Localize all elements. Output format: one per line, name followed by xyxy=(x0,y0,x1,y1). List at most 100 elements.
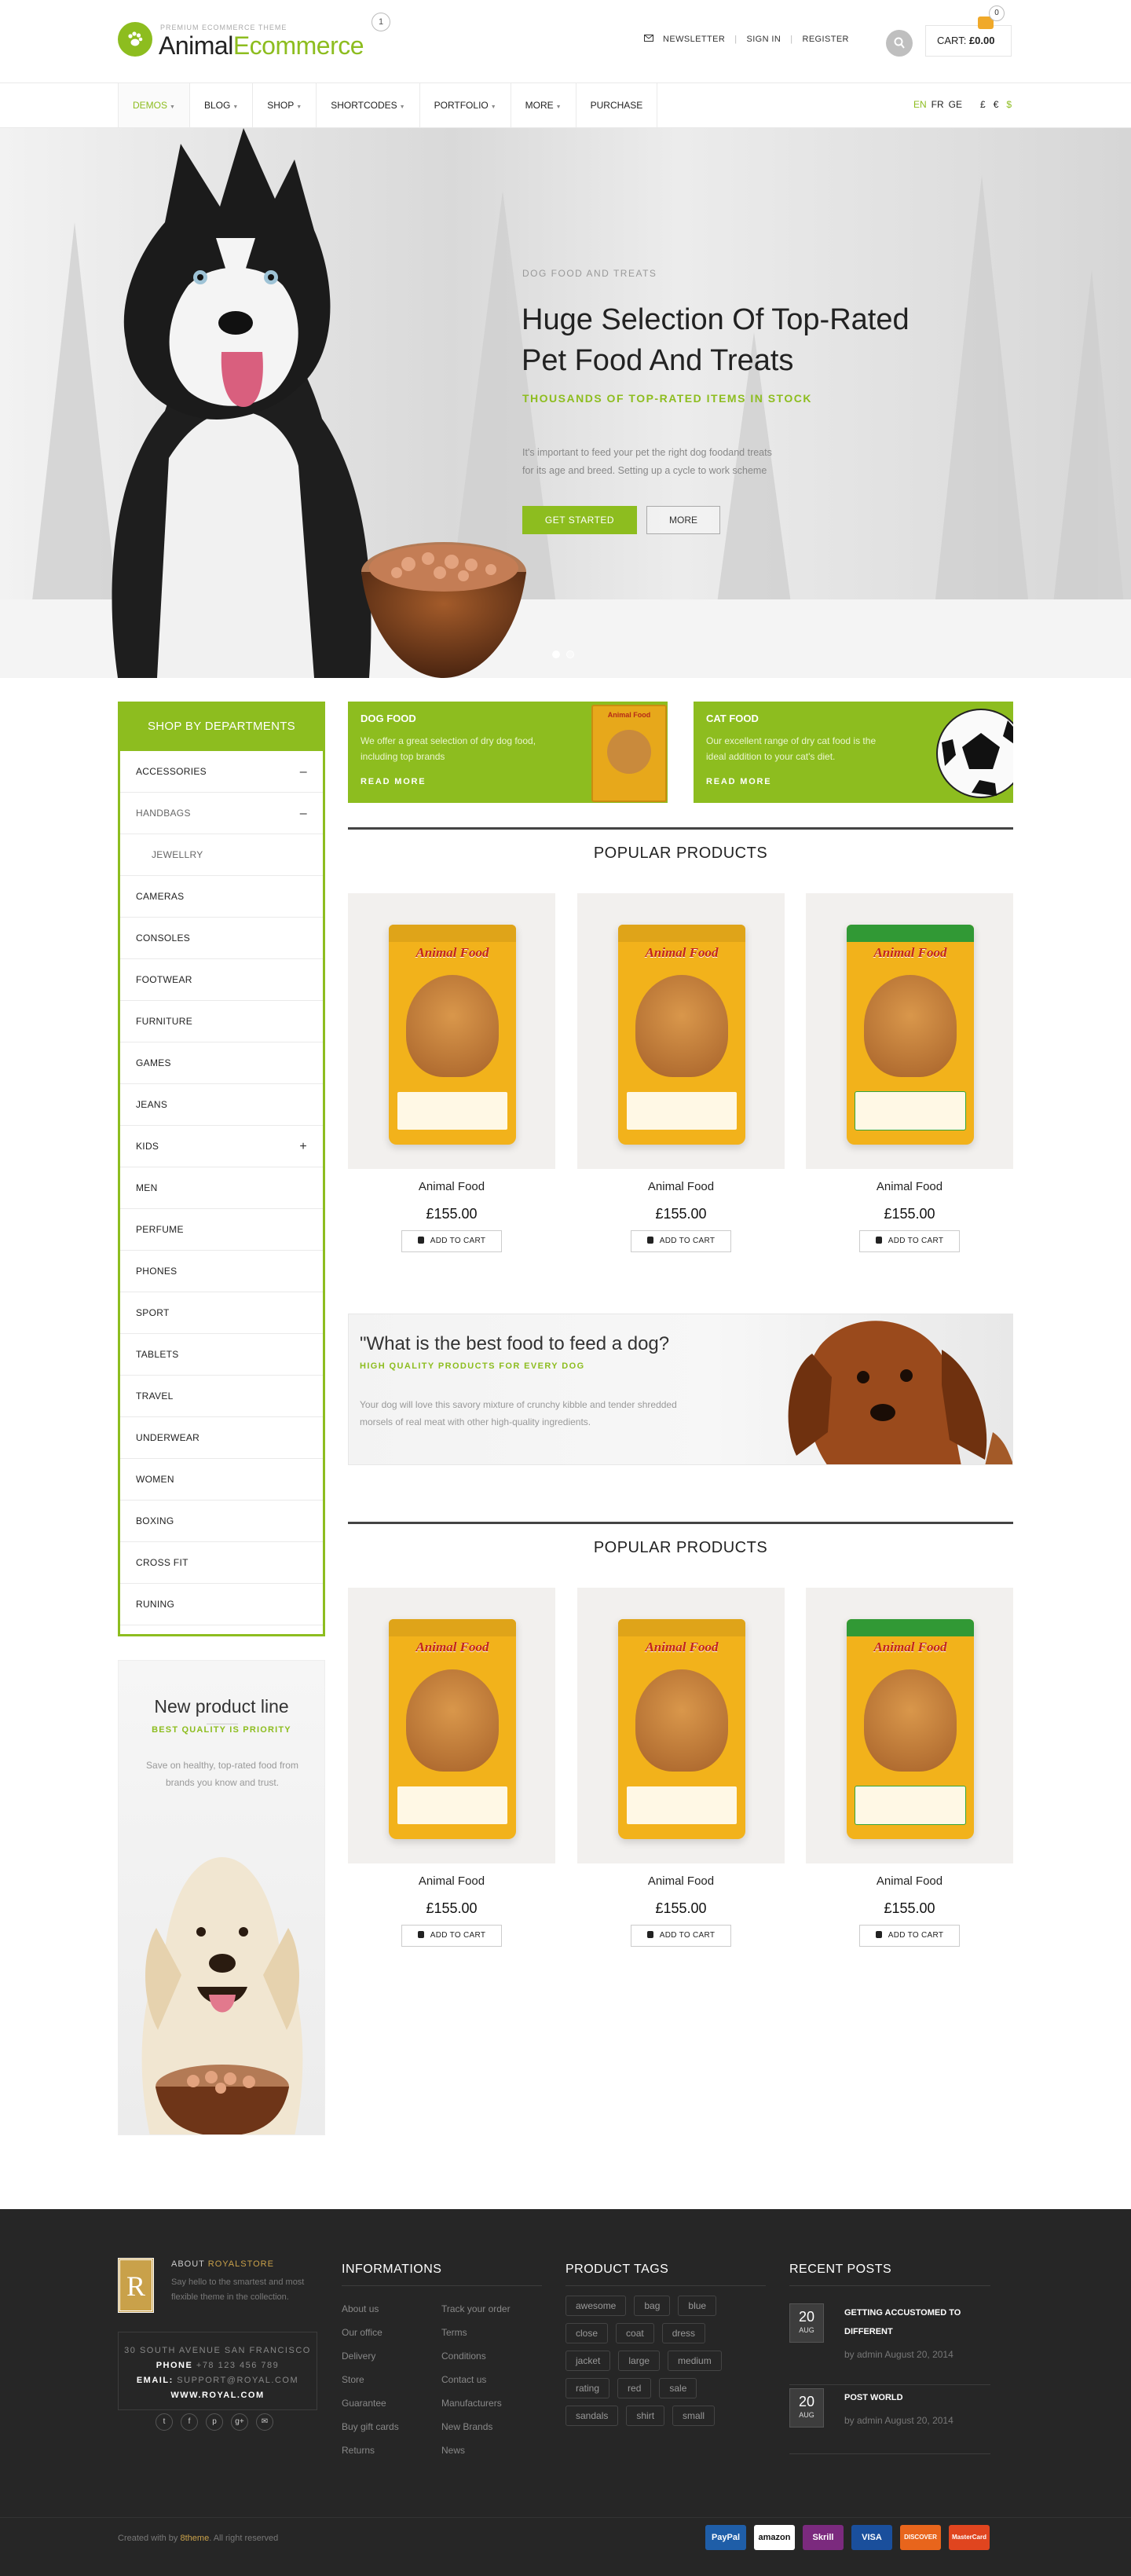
tag-link[interactable]: red xyxy=(617,2378,652,2398)
add-to-cart-button[interactable]: ADD TO CART xyxy=(401,1230,502,1252)
footer-link[interactable]: New Brands xyxy=(441,2415,511,2439)
tag-link[interactable]: medium xyxy=(668,2351,722,2371)
department-item[interactable]: JEANS xyxy=(120,1084,323,1126)
expand-icon[interactable]: + xyxy=(299,1126,307,1167)
product-name[interactable]: Animal Food xyxy=(348,1874,555,1888)
sign-in-link[interactable]: SIGN IN xyxy=(746,35,781,44)
department-item[interactable]: PHONES xyxy=(120,1251,323,1292)
add-to-cart-button[interactable]: ADD TO CART xyxy=(631,1925,731,1947)
department-item[interactable]: TRAVEL xyxy=(120,1376,323,1417)
footer-link[interactable]: Track your order xyxy=(441,2297,511,2321)
product-image[interactable]: Animal Food xyxy=(348,893,555,1169)
department-item[interactable]: ACCESSORIES – xyxy=(120,751,323,793)
add-to-cart-button[interactable]: ADD TO CART xyxy=(859,1230,960,1252)
product-card[interactable]: Animal Food Animal Food £155.00 ADD TO CART xyxy=(577,1588,785,1947)
department-item[interactable]: FOOTWEAR xyxy=(120,959,323,1001)
tag-link[interactable]: small xyxy=(672,2406,716,2426)
product-name[interactable]: Animal Food xyxy=(577,1180,785,1193)
site-logo[interactable]: PREMIUM ECOMMERCE THEME AnimalEcommerce … xyxy=(118,13,390,60)
department-item[interactable]: CONSOLES xyxy=(120,918,323,959)
footer-link[interactable]: Store xyxy=(342,2368,399,2391)
nav-item-portfolio[interactable]: PORTFOLIO ▼ xyxy=(420,83,511,127)
footer-link[interactable]: Returns xyxy=(342,2439,399,2462)
product-name[interactable]: Animal Food xyxy=(806,1180,1013,1193)
tag-link[interactable]: dress xyxy=(661,2323,706,2343)
lang-en[interactable]: EN xyxy=(913,99,927,110)
search-button[interactable] xyxy=(886,30,913,57)
google-plus-icon[interactable]: g+ xyxy=(231,2413,248,2431)
lang-ge[interactable]: GE xyxy=(949,99,962,110)
best-food-banner[interactable]: "What is the best food to feed a dog? HI… xyxy=(348,1314,1013,1465)
recent-post[interactable]: 20 AUG POST WORLD by admin August 20, 201… xyxy=(789,2388,990,2454)
department-item[interactable]: WOMEN xyxy=(120,1459,323,1501)
newsletter-link[interactable]: NEWSLETTER xyxy=(663,35,725,44)
slider-dot[interactable] xyxy=(552,650,560,658)
department-item[interactable]: HANDBAGS – xyxy=(120,793,323,834)
tag-link[interactable]: jacket xyxy=(566,2351,611,2371)
product-image[interactable]: Animal Food xyxy=(577,1588,785,1863)
currency-eur[interactable]: € xyxy=(994,99,999,110)
department-item[interactable]: TABLETS xyxy=(120,1334,323,1376)
product-card[interactable]: Animal Food Animal Food £155.00 ADD TO CART xyxy=(806,1588,1013,1947)
more-button[interactable]: MORE xyxy=(646,506,720,534)
currency-gbp[interactable]: £ xyxy=(980,99,986,110)
department-item[interactable]: CROSS FIT xyxy=(120,1542,323,1584)
post-title[interactable]: POST WORLD xyxy=(844,2388,986,2407)
post-title[interactable]: GETTING ACCUSTOMED TO DIFFERENT xyxy=(844,2303,986,2341)
footer-link[interactable]: Manufacturers xyxy=(441,2391,511,2415)
department-item[interactable]: UNDERWEAR xyxy=(120,1417,323,1459)
website-link[interactable]: WWW.ROYAL.COM xyxy=(170,2391,264,2400)
product-image[interactable]: Animal Food xyxy=(577,893,785,1169)
tag-link[interactable]: awesome xyxy=(566,2296,627,2316)
read-more-link[interactable]: READ MORE xyxy=(361,777,426,786)
product-name[interactable]: Animal Food xyxy=(806,1874,1013,1888)
get-started-button[interactable]: GET STARTED xyxy=(522,506,637,534)
department-item[interactable]: RUNING xyxy=(120,1584,323,1625)
department-item[interactable]: FURNITURE xyxy=(120,1001,323,1042)
product-card[interactable]: Animal Food Animal Food £155.00 ADD TO CART xyxy=(348,1588,555,1947)
department-item[interactable]: GAMES xyxy=(120,1042,323,1084)
nav-item-more[interactable]: MORE ▼ xyxy=(511,83,576,127)
new-product-promo[interactable]: New product line BEST QUALITY IS PRIORIT… xyxy=(118,1660,325,2135)
cat-food-banner[interactable]: CAT FOOD Our excellent range of dry cat … xyxy=(694,702,1013,803)
footer-link[interactable]: About us xyxy=(342,2297,399,2321)
product-card[interactable]: Animal Food Animal Food £155.00 ADD TO CART xyxy=(806,893,1013,1252)
product-card[interactable]: Animal Food Animal Food £155.00 ADD TO CART xyxy=(348,893,555,1252)
tag-link[interactable]: shirt xyxy=(626,2406,665,2426)
product-image[interactable]: Animal Food xyxy=(348,1588,555,1863)
nav-item-shortcodes[interactable]: SHORTCODES ▼ xyxy=(317,83,420,127)
department-item[interactable]: CAMERAS xyxy=(120,876,323,918)
footer-link[interactable]: Our office xyxy=(342,2321,399,2344)
product-image[interactable]: Animal Food xyxy=(806,1588,1013,1863)
dog-food-banner[interactable]: DOG FOOD We offer a great selection of d… xyxy=(348,702,668,803)
department-item[interactable]: PERFUME xyxy=(120,1209,323,1251)
nav-item-demos[interactable]: DEMOS ▼ xyxy=(118,83,190,127)
department-item[interactable]: SPORT xyxy=(120,1292,323,1334)
pinterest-icon[interactable]: p xyxy=(206,2413,223,2431)
footer-link[interactable]: News xyxy=(441,2439,511,2462)
collapse-icon[interactable]: – xyxy=(300,793,307,834)
tag-link[interactable]: close xyxy=(566,2323,609,2343)
lang-fr[interactable]: FR xyxy=(932,99,944,110)
product-name[interactable]: Animal Food xyxy=(577,1874,785,1888)
tag-link[interactable]: rating xyxy=(566,2378,610,2398)
facebook-icon[interactable]: f xyxy=(181,2413,198,2431)
nav-item-blog[interactable]: BLOG ▼ xyxy=(190,83,254,127)
add-to-cart-button[interactable]: ADD TO CART xyxy=(631,1230,731,1252)
credit-brand[interactable]: 8theme xyxy=(181,2534,210,2543)
product-card[interactable]: Animal Food Animal Food £155.00 ADD TO CART xyxy=(577,893,785,1252)
tag-link[interactable]: blue xyxy=(678,2296,717,2316)
nav-item-shop[interactable]: SHOP ▼ xyxy=(253,83,317,127)
footer-logo[interactable]: R xyxy=(118,2258,154,2313)
tag-link[interactable]: coat xyxy=(616,2323,654,2343)
email-link[interactable]: SUPPORT@ROYAL.COM xyxy=(177,2376,298,2385)
add-to-cart-button[interactable]: ADD TO CART xyxy=(859,1925,960,1947)
footer-link[interactable]: Terms xyxy=(441,2321,511,2344)
product-image[interactable]: Animal Food xyxy=(806,893,1013,1169)
department-item[interactable]: KIDS + xyxy=(120,1126,323,1167)
footer-link[interactable]: Delivery xyxy=(342,2344,399,2368)
department-item[interactable]: MEN xyxy=(120,1167,323,1209)
footer-link[interactable]: Conditions xyxy=(441,2344,511,2368)
cart-button[interactable]: CART: £0.00 0 xyxy=(925,5,1012,57)
tag-link[interactable]: bag xyxy=(634,2296,671,2316)
